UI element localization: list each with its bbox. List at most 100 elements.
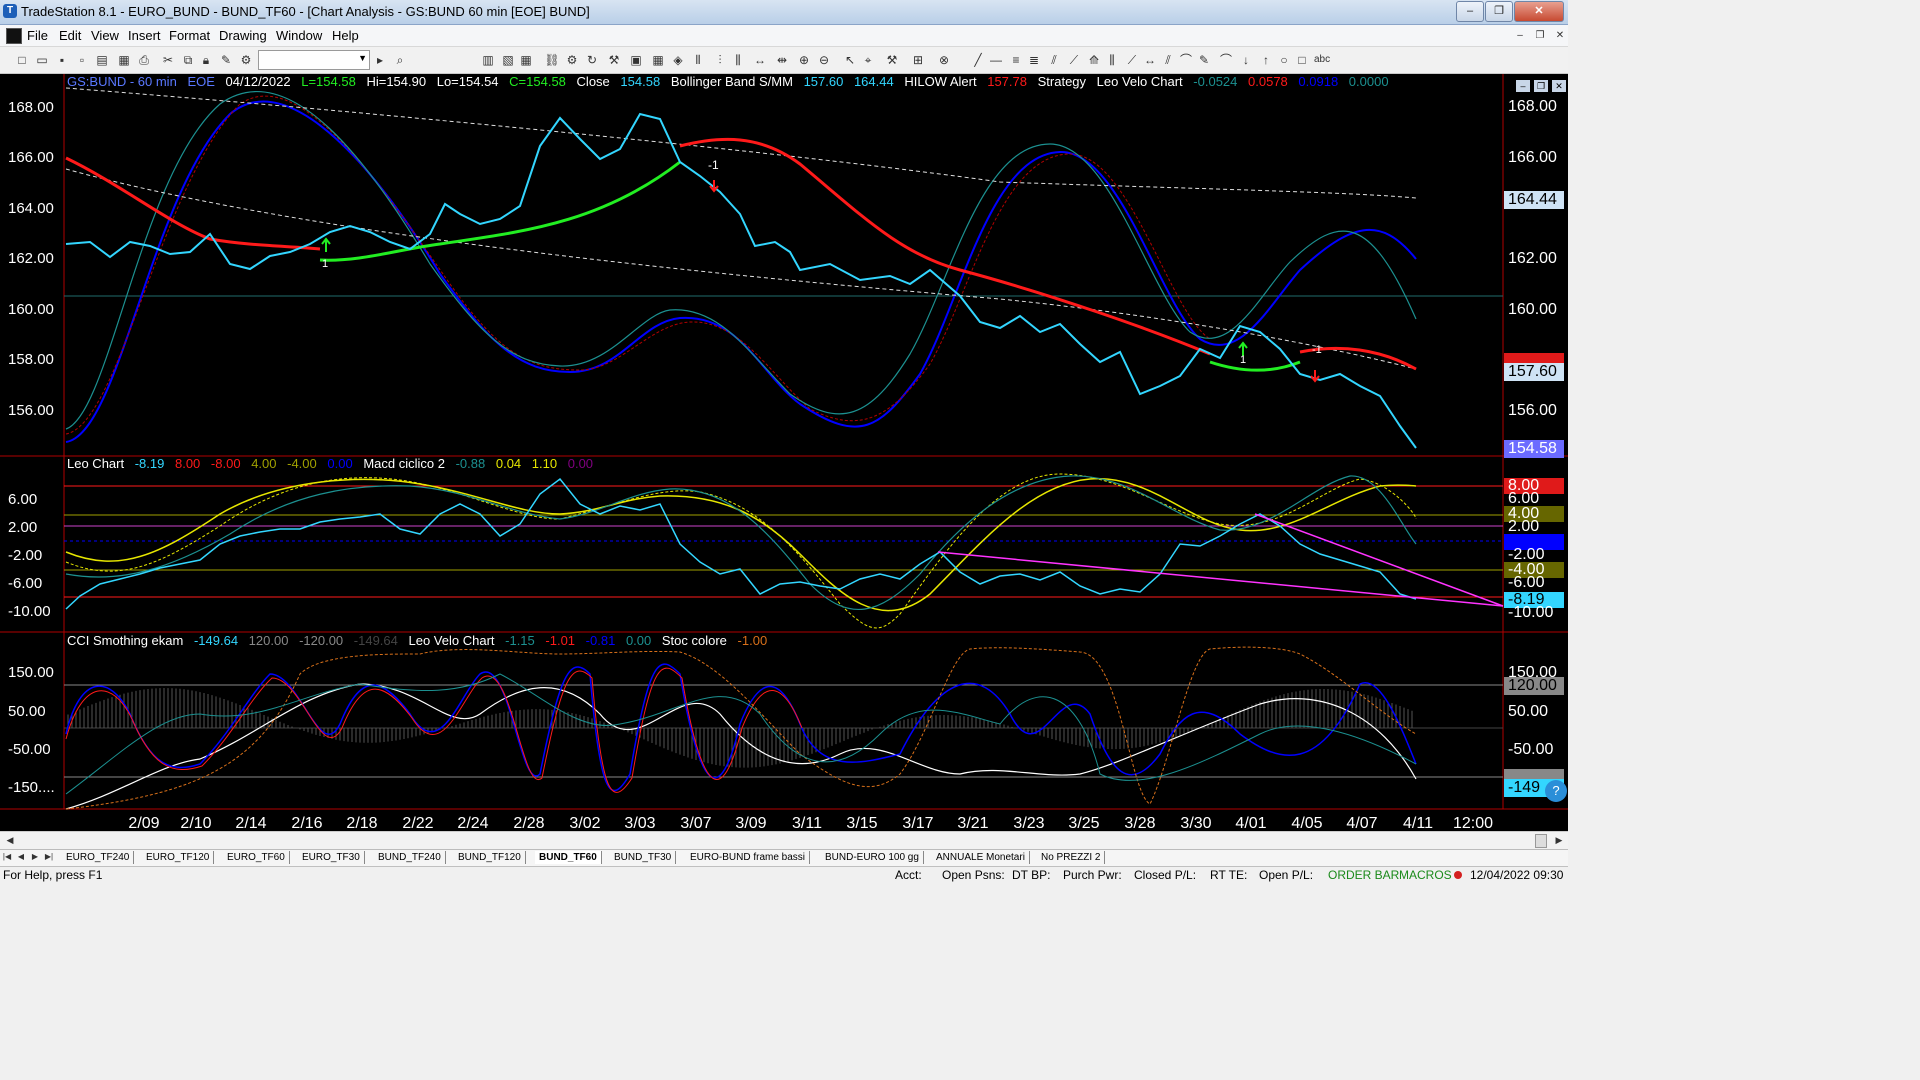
- status-macros[interactable]: MACROS: [1399, 868, 1452, 882]
- bars-icon[interactable]: ⫴: [690, 52, 706, 68]
- menu-help[interactable]: Help: [332, 28, 359, 43]
- radar-icon[interactable]: ▧: [500, 52, 516, 68]
- hammer-icon[interactable]: ⚒: [884, 52, 900, 68]
- pen-icon[interactable]: ✎: [1196, 52, 1212, 68]
- refresh-icon[interactable]: ↻: [584, 52, 600, 68]
- tab-bund-tf120[interactable]: BUND_TF120: [454, 851, 526, 864]
- tab-prev-icon[interactable]: ◀: [16, 851, 26, 863]
- find-icon[interactable]: ⌕: [392, 52, 408, 68]
- scroll-left-icon[interactable]: ◀: [4, 834, 16, 847]
- tab-euro-tf30[interactable]: EURO_TF30: [298, 851, 365, 864]
- status-order-bar[interactable]: ORDER BAR: [1328, 868, 1399, 882]
- crosshair-icon[interactable]: ⌖: [860, 52, 876, 68]
- close-button[interactable]: ✕: [1514, 1, 1564, 22]
- tool-icon[interactable]: ⚒: [606, 52, 622, 68]
- menu-drawing[interactable]: Drawing: [219, 28, 267, 43]
- scanner-icon[interactable]: ◈: [670, 52, 686, 68]
- delete-drawing-icon[interactable]: ⊗: [936, 52, 952, 68]
- lock-icon[interactable]: 🔒︎: [198, 52, 214, 68]
- settings-icon[interactable]: ⚙: [238, 52, 254, 68]
- menu-insert[interactable]: Insert: [128, 28, 161, 43]
- arrow-down-icon[interactable]: ↓: [1238, 52, 1254, 68]
- tab-bund-tf60[interactable]: BUND_TF60: [535, 851, 602, 864]
- print-preview-icon[interactable]: ▦: [116, 52, 132, 68]
- regression-icon[interactable]: ⟋: [1124, 52, 1140, 68]
- curve-icon[interactable]: ⌒: [1218, 52, 1234, 68]
- cut-icon[interactable]: ✂: [160, 52, 176, 68]
- matrix-icon[interactable]: ▦: [650, 52, 666, 68]
- symbol-combo[interactable]: ▼: [258, 50, 370, 70]
- menu-view[interactable]: View: [91, 28, 119, 43]
- select-icon[interactable]: ⊞: [910, 52, 926, 68]
- tab-last-icon[interactable]: ▶|: [44, 851, 54, 863]
- pointer-icon[interactable]: ↖: [842, 52, 858, 68]
- app-icon[interactable]: T: [3, 4, 17, 18]
- fib-icon[interactable]: ≡: [1008, 52, 1024, 68]
- link-icon[interactable]: ⛓︎: [544, 52, 560, 68]
- mdi-minimize-button[interactable]: –: [1512, 28, 1528, 43]
- tab-first-icon[interactable]: |◀: [2, 851, 12, 863]
- open-icon[interactable]: ▭: [34, 52, 50, 68]
- scroll-right-icon[interactable]: ▶: [1553, 834, 1565, 847]
- open-workspace-icon[interactable]: ▤: [94, 52, 110, 68]
- tab-no-prezzi-2[interactable]: No PREZZI 2: [1037, 851, 1106, 864]
- maximize-button[interactable]: ❐: [1485, 1, 1513, 22]
- workspace-icon[interactable]: ▣: [628, 52, 644, 68]
- zoom-out-icon[interactable]: ⊖: [816, 52, 832, 68]
- text-icon[interactable]: abc: [1314, 52, 1330, 68]
- chart-analysis-window[interactable]: GS:BUND - 60 min EOE 04/12/2022 L=154.58…: [0, 74, 1568, 832]
- rectangle-icon[interactable]: □: [1294, 52, 1310, 68]
- print-icon[interactable]: ⎙: [136, 52, 152, 68]
- grid-icon[interactable]: ▦: [518, 52, 534, 68]
- chart-icon[interactable]: ▥: [480, 52, 496, 68]
- chart-window-icon[interactable]: [6, 28, 22, 44]
- timezone-icon[interactable]: ⫼: [1104, 52, 1120, 68]
- tab-euro-tf120[interactable]: EURO_TF120: [142, 851, 215, 864]
- tab-bund-euro-100-gg[interactable]: BUND-EURO 100 gg: [821, 851, 924, 864]
- format-icon[interactable]: ✎: [218, 52, 234, 68]
- arc-icon[interactable]: ⌒: [1178, 52, 1194, 68]
- copy-icon[interactable]: ⧉: [180, 52, 196, 68]
- tab-bund-tf240[interactable]: BUND_TF240: [374, 851, 446, 864]
- fib-ext-icon[interactable]: ≣: [1026, 52, 1042, 68]
- menu-format[interactable]: Format: [169, 28, 210, 43]
- panel-close-button[interactable]: ✕: [1552, 80, 1566, 92]
- candle-icon[interactable]: ⫼: [730, 52, 746, 68]
- mdi-restore-button[interactable]: ❐: [1532, 28, 1548, 43]
- tab-euro-tf60[interactable]: EURO_TF60: [223, 851, 290, 864]
- panel-restore-button[interactable]: ❐: [1534, 80, 1548, 92]
- tab-bund-tf30[interactable]: BUND_TF30: [610, 851, 677, 864]
- mdi-close-button[interactable]: ✕: [1552, 28, 1568, 43]
- minimize-button[interactable]: –: [1456, 1, 1484, 22]
- options-icon[interactable]: ⚙: [564, 52, 580, 68]
- arrow-both-icon[interactable]: ↔: [1142, 52, 1158, 68]
- go-arrow-icon[interactable]: ▸: [372, 52, 388, 68]
- zoom-in-icon[interactable]: ⊕: [796, 52, 812, 68]
- menu-edit[interactable]: Edit: [59, 28, 81, 43]
- new-icon[interactable]: □: [14, 52, 30, 68]
- tab-euro-bund-frame-bassi[interactable]: EURO-BUND frame bassi: [686, 851, 811, 864]
- trendline-icon[interactable]: ╱: [970, 52, 986, 68]
- menu-window[interactable]: Window: [276, 28, 322, 43]
- compress-icon[interactable]: ⇹: [774, 52, 790, 68]
- arrow-up-icon[interactable]: ↑: [1258, 52, 1274, 68]
- menu-file[interactable]: File: [27, 28, 48, 43]
- panel-minimize-button[interactable]: –: [1516, 80, 1530, 92]
- tab-euro-tf240[interactable]: EURO_TF240: [62, 851, 135, 864]
- tab-annuale-monetari[interactable]: ANNUALE Monetari: [932, 851, 1030, 864]
- parallel-icon[interactable]: ⫽: [1160, 52, 1176, 68]
- help-bubble-icon[interactable]: ?: [1545, 780, 1567, 802]
- new-workspace-icon[interactable]: ▫: [74, 52, 90, 68]
- gann-icon[interactable]: ⟋: [1066, 52, 1082, 68]
- spacing-icon[interactable]: ↔: [752, 52, 768, 68]
- ellipse-icon[interactable]: ○: [1276, 52, 1292, 68]
- ohlc-icon[interactable]: ⫶: [712, 52, 728, 68]
- tab-next-icon[interactable]: ▶: [30, 851, 40, 863]
- channel-icon[interactable]: ⫽: [1046, 52, 1062, 68]
- horizontal-scrollbar[interactable]: ◀ ▶: [0, 831, 1568, 849]
- scroll-thumb[interactable]: [1535, 834, 1547, 848]
- horizontal-line-icon[interactable]: ―: [988, 52, 1004, 68]
- speed-line-icon[interactable]: ⟰: [1086, 52, 1102, 68]
- chart-canvas[interactable]: [0, 74, 1568, 831]
- save-icon[interactable]: ▪: [54, 52, 70, 68]
